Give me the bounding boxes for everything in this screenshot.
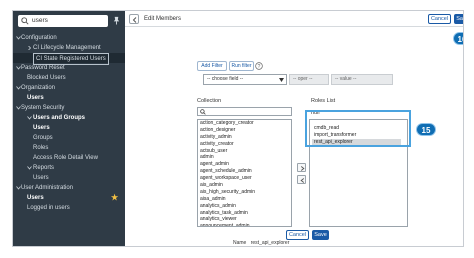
sidebar-item-label: Password Reset — [21, 65, 65, 71]
name-row: Name rest_api_explorer — [233, 240, 289, 246]
arrow-right-icon — [300, 166, 305, 171]
list-item[interactable]: activity_admin — [198, 134, 291, 141]
step-badge-16: 16 — [453, 32, 463, 45]
sidebar-item[interactable]: Users — [13, 173, 125, 183]
sidebar-item-label: Users — [33, 125, 50, 131]
arrow-left-icon — [300, 178, 305, 183]
sidebar-item-label: Users and Groups — [33, 115, 86, 121]
sidebar-item[interactable]: Groups — [13, 133, 125, 143]
add-to-roles-button[interactable] — [297, 163, 306, 172]
sidebar-item-label: Blocked Users — [27, 75, 66, 81]
sidebar-item[interactable]: Reports — [13, 163, 125, 173]
star-icon[interactable]: ★ — [111, 194, 118, 202]
sidebar-item[interactable]: CI Lifecycle Management — [13, 43, 125, 53]
list-item[interactable]: actsub_user — [198, 148, 291, 155]
chevron-right-icon[interactable] — [27, 46, 32, 50]
caret-down-icon — [279, 78, 284, 82]
list-item[interactable]: ais_high_security_admin — [198, 189, 291, 196]
page-title: Edit Members — [144, 16, 182, 22]
svg-text:?: ? — [258, 64, 261, 70]
sidebar-item-label: Users — [27, 95, 44, 101]
field-select-value: -- choose field -- — [207, 76, 244, 82]
sidebar-item-label: Organization — [21, 85, 56, 91]
cancel-button[interactable]: Cancel — [428, 14, 451, 24]
run-filter-button[interactable]: Run filter — [229, 61, 254, 71]
chevron-down-icon[interactable] — [27, 116, 32, 120]
list-item[interactable]: agent_admin — [198, 161, 291, 168]
list-item[interactable]: ais_admin — [198, 182, 291, 189]
list-item[interactable]: action_designer — [198, 127, 291, 134]
list-item[interactable]: activity_creator — [198, 141, 291, 148]
value-input: -- value -- — [331, 74, 393, 85]
main-panel: Edit Members Cancel Save 16 Add Filter R… — [125, 11, 463, 246]
name-value: rest_api_explorer — [250, 240, 290, 246]
sidebar-item[interactable]: Configuration — [13, 33, 125, 43]
list-item[interactable]: analytics_task_admin — [198, 210, 291, 217]
collection-search-input[interactable] — [197, 107, 292, 116]
sidebar-item[interactable]: Users and Groups — [13, 113, 125, 123]
roles-list-label: Roles List — [311, 98, 336, 104]
header-bar: Edit Members Cancel Save — [125, 11, 463, 27]
sidebar-item-label: User Administration — [21, 185, 74, 191]
sidebar-item[interactable]: System Security — [13, 103, 125, 113]
sidebar-item-label: Users — [27, 195, 44, 201]
list-item[interactable]: agent_schedule_admin — [198, 168, 291, 175]
sidebar-filter-value: users — [32, 17, 48, 24]
list-item[interactable]: action_category_creator — [198, 120, 291, 127]
footer-cancel-button[interactable]: Cancel — [286, 230, 309, 240]
back-button[interactable] — [129, 14, 139, 24]
pin-icon[interactable] — [112, 16, 121, 25]
sidebar-item[interactable]: User Administration — [13, 183, 125, 193]
sidebar-item[interactable]: Users — [13, 93, 125, 103]
sidebar-item[interactable]: CI State Registered Users — [13, 53, 125, 65]
search-icon — [200, 109, 206, 115]
sidebar-item-label: Roles — [33, 145, 49, 151]
sidebar-item[interactable]: Logged in users — [13, 203, 125, 213]
sidebar-item-label: Users — [33, 175, 49, 181]
list-item[interactable]: aisa_admin — [198, 196, 291, 203]
sidebar-item[interactable]: Organization — [13, 83, 125, 93]
sidebar-item-label: CI Lifecycle Management — [33, 45, 101, 51]
help-icon[interactable]: ? — [255, 62, 263, 70]
list-item[interactable]: announcement_admin — [198, 223, 291, 226]
sidebar-filter-input[interactable]: users — [18, 15, 108, 27]
list-item[interactable]: analytics_viewer — [198, 216, 291, 223]
sidebar-item-label: Access Role Detail View — [33, 155, 98, 161]
operator-select: -- oper -- — [289, 74, 329, 85]
sidebar-item[interactable]: Blocked Users — [13, 73, 125, 83]
sidebar-item-label: Configuration — [21, 35, 57, 41]
sidebar-item[interactable]: Users ★ — [13, 193, 125, 203]
app-window: users Configuration CI Lifecycle Manageme… — [12, 10, 464, 247]
sidebar-item-label: Groups — [33, 135, 53, 141]
sidebar-item[interactable]: Roles — [13, 143, 125, 153]
sidebar-item-label: Logged in users — [27, 205, 70, 211]
field-select[interactable]: -- choose field -- — [203, 74, 287, 85]
sidebar-item-label: Reports — [33, 165, 55, 171]
sidebar: users Configuration CI Lifecycle Manageme… — [13, 11, 125, 246]
value-input-placeholder: -- value -- — [335, 76, 357, 82]
list-item[interactable]: agent_workspace_user — [198, 175, 291, 182]
back-icon — [132, 17, 137, 23]
collection-label: Collection — [197, 98, 222, 104]
list-item[interactable]: analytics_admin — [198, 203, 291, 210]
sidebar-item[interactable]: Users — [13, 123, 125, 133]
chevron-down-icon[interactable] — [27, 166, 32, 170]
name-label: Name — [233, 240, 247, 246]
add-filter-button[interactable]: Add Filter — [197, 61, 227, 71]
roles-highlight-box — [305, 110, 411, 147]
sidebar-item[interactable]: Access Role Detail View — [13, 153, 125, 163]
sidebar-item-label: System Security — [21, 105, 65, 111]
operator-select-value: -- oper -- — [293, 76, 313, 82]
search-icon — [21, 17, 29, 25]
save-button[interactable]: Save — [454, 14, 463, 24]
step-badge-15: 15 — [416, 123, 436, 136]
footer-save-button[interactable]: Save — [312, 230, 329, 240]
remove-from-roles-button[interactable] — [297, 175, 306, 184]
sidebar-item[interactable]: Password Reset — [13, 63, 125, 73]
list-item[interactable]: admin — [198, 154, 291, 161]
sidebar-nav: Configuration CI Lifecycle Management CI S… — [13, 33, 125, 213]
collection-listbox[interactable]: action_category_creator action_designer ac… — [197, 119, 292, 227]
